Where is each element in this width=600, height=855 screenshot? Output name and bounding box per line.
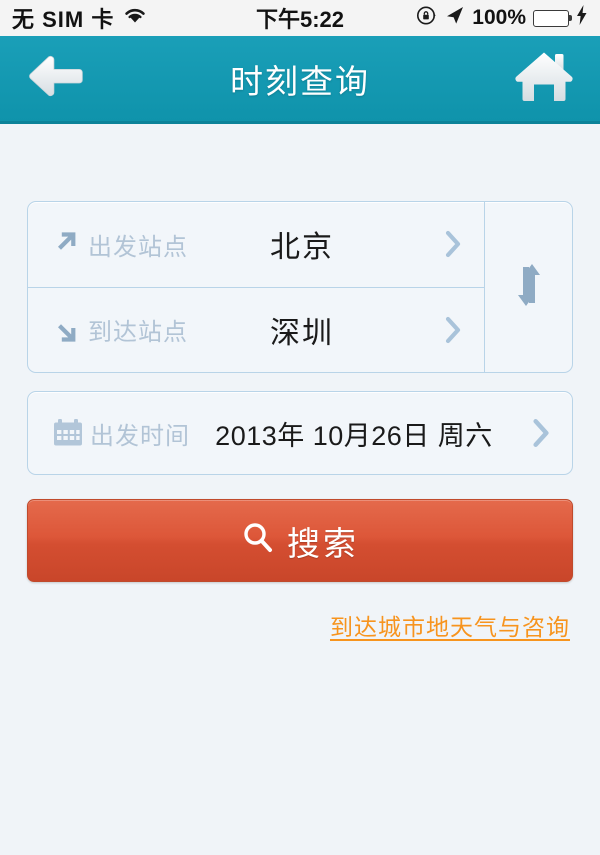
departure-date-label: 出发时间	[90, 422, 190, 450]
weather-info-link[interactable]: 到达城市地天气与咨询	[330, 608, 570, 642]
departure-station-label: 出发站点	[88, 233, 188, 261]
chevron-right-icon	[440, 315, 466, 345]
status-bar-right: 100%	[416, 5, 588, 32]
swap-stations-button[interactable]	[484, 202, 572, 372]
status-bar: 无 SIM 卡 下午5:22 100%	[0, 0, 600, 36]
calendar-icon	[52, 418, 86, 448]
search-button-label: 搜索	[287, 524, 359, 562]
arrival-station-row[interactable]: 到达站点 深圳	[28, 286, 484, 373]
departure-date-value: 2013年 10月26日 周六	[215, 420, 493, 451]
stations-rows: 出发站点 北京 到达站点 深圳	[28, 202, 484, 372]
magnifier-icon	[241, 521, 275, 560]
arrival-station-value: 深圳	[270, 316, 334, 350]
main-content: 出发站点 北京 到达站点 深圳 出发时间 2013年 10月26日 周六 搜索 …	[0, 201, 600, 642]
chevron-right-icon	[440, 229, 466, 259]
back-arrow-icon	[24, 50, 88, 107]
home-button[interactable]	[496, 36, 592, 121]
home-icon	[513, 48, 575, 109]
departure-station-row[interactable]: 出发站点 北京	[28, 202, 484, 287]
swap-vertical-icon	[507, 252, 551, 323]
departure-station-value: 北京	[270, 231, 334, 265]
app-screen: 无 SIM 卡 下午5:22 100% 时刻查询 出发站点 北京 到达站点 深圳…	[0, 0, 600, 855]
location-arrow-icon	[444, 5, 465, 32]
arrow-down-right-icon	[52, 316, 82, 344]
departure-date-row[interactable]: 出发时间 2013年 10月26日 周六	[27, 391, 573, 475]
lightning-bolt-icon	[576, 5, 588, 31]
status-bar-left: 无 SIM 卡	[12, 2, 148, 34]
back-button[interactable]	[8, 36, 104, 121]
rotation-lock-icon	[416, 5, 437, 32]
search-button[interactable]: 搜索	[27, 499, 573, 582]
wifi-icon	[122, 5, 148, 31]
page-title: 时刻查询	[230, 62, 370, 100]
arrow-up-right-icon	[52, 230, 82, 258]
arrival-station-label: 到达站点	[88, 319, 188, 347]
chevron-right-icon	[528, 417, 554, 449]
stations-card: 出发站点 北京 到达站点 深圳	[27, 201, 573, 373]
weather-link-row: 到达城市地天气与咨询	[27, 608, 573, 642]
app-header: 时刻查询	[0, 36, 600, 124]
battery-percent-label: 100%	[472, 6, 526, 29]
battery-icon	[533, 9, 572, 27]
carrier-label: 无 SIM 卡	[12, 7, 115, 32]
